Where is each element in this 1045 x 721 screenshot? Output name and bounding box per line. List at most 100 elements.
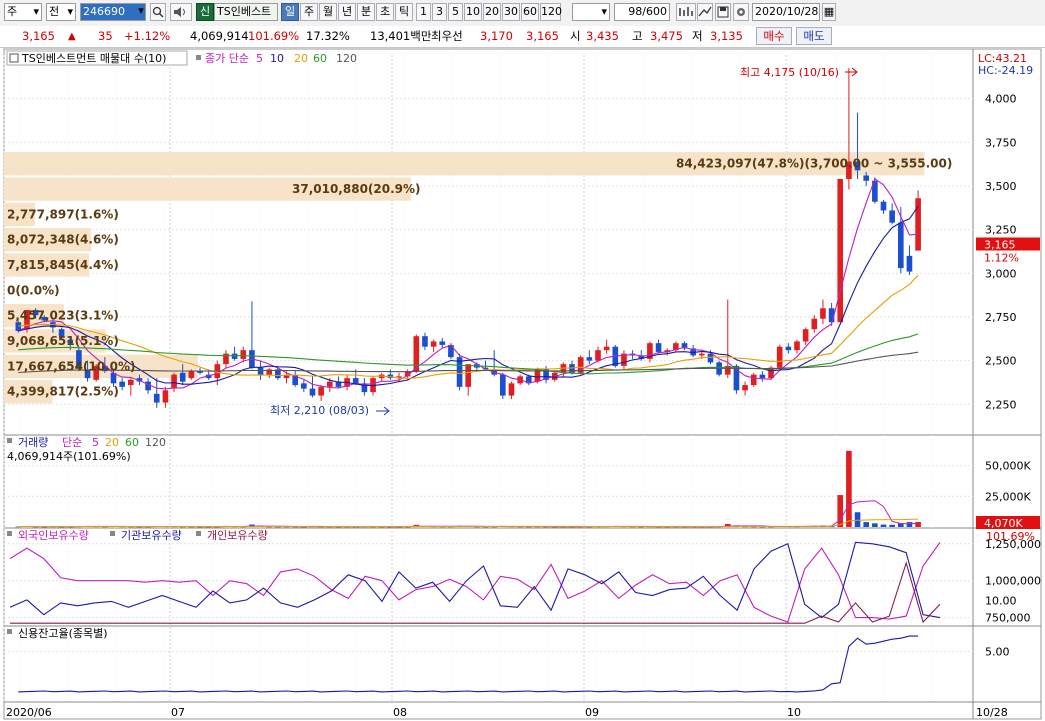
calendar-icon[interactable]: ▦	[822, 3, 836, 21]
high-label: 고	[632, 29, 643, 43]
volume-profile-label: 17,667,654(10.0%)	[7, 359, 136, 373]
chevron-down-icon[interactable]: ▾	[134, 3, 148, 21]
price-y-tick: 4,000	[985, 93, 1017, 106]
volume-current: 4,069,914주(101.69%)	[7, 450, 131, 463]
volume-profile-label: 37,010,880(20.9%)	[292, 182, 421, 196]
candle-body	[880, 201, 887, 211]
low-price: 3,135	[710, 29, 743, 43]
period-button-0[interactable]: 일	[281, 3, 299, 21]
last-volume-value: 4,070K	[984, 517, 1023, 530]
candle-body	[422, 336, 428, 347]
price-y-tick: 3,500	[985, 180, 1017, 193]
hc-label: HC:-24.19	[978, 64, 1033, 77]
candle-body	[162, 390, 169, 403]
volume-bar	[915, 521, 921, 527]
x-tick-label: 07	[171, 706, 185, 719]
chevron-down-icon: ▾	[601, 5, 607, 18]
institution-holdings-line	[9, 541, 941, 619]
period-button-3[interactable]: 년	[338, 3, 356, 21]
stock-name: TS인베스트	[214, 3, 278, 21]
up-arrow-icon: ▲	[68, 31, 76, 42]
market-select[interactable]: 주 ▾	[4, 3, 42, 21]
candle-body	[231, 353, 238, 359]
ma-legend-120: 120	[336, 52, 357, 65]
volume-profile-label: 84,423,097(47.8%)(3,700.00 ~ 3,555.00)	[676, 157, 952, 171]
count-button-5[interactable]: 5	[448, 3, 463, 21]
volume-bar	[872, 523, 878, 527]
count-button-3[interactable]: 3	[432, 3, 447, 21]
period-button-4[interactable]: 분	[357, 3, 375, 21]
candle-body	[750, 374, 757, 386]
candle-body	[742, 385, 748, 391]
count-button-1[interactable]: 1	[416, 3, 431, 21]
candle-body	[171, 374, 177, 389]
view-range[interactable]: 98/600	[614, 3, 670, 21]
foreign-holdings-line	[9, 541, 941, 623]
best-quote-label: 최우선	[431, 29, 463, 43]
price-y-tick: 3,000	[985, 267, 1017, 280]
price-title: TS인베스트먼트 매물대 수(10)	[21, 52, 166, 65]
ask-price: 3,170	[480, 29, 513, 43]
x-tick-label: 09	[585, 706, 599, 719]
candle-body	[897, 222, 904, 269]
candle-body	[759, 374, 766, 379]
period-button-5[interactable]: 초	[376, 3, 394, 21]
volume-bar	[889, 524, 895, 527]
last-price-value: 3,165	[984, 239, 1016, 252]
volume-profile-label: 8,072,348(4.6%)	[7, 233, 119, 247]
period-button-2[interactable]: 월	[319, 3, 337, 21]
count-button-120[interactable]: 120	[540, 3, 562, 21]
volume-ratio: 101.69%	[248, 29, 300, 43]
high-price: 3,475	[650, 29, 683, 43]
count-select[interactable]: ▾	[572, 3, 610, 21]
period-button-1[interactable]: 주	[300, 3, 318, 21]
credit-y-tick: 5.00	[985, 645, 1010, 658]
candle-body	[707, 353, 714, 363]
legend-marker-icon	[110, 531, 115, 536]
ma-legend-5: 5	[256, 52, 263, 65]
credit-y-tick: 10.00	[985, 595, 1017, 608]
search-icon[interactable]	[150, 3, 166, 21]
ma-legend-title: 종가 단순	[205, 52, 249, 65]
count-button-30[interactable]: 30	[502, 3, 520, 21]
holdings-y-tick: 1,250,000	[985, 538, 1041, 551]
high-arrow-icon	[845, 67, 858, 77]
x-tick-label: 08	[393, 706, 407, 719]
count-button-10[interactable]: 10	[464, 3, 482, 21]
volume-bar	[906, 522, 913, 527]
adjust-label: 전	[49, 5, 60, 18]
stock-chart[interactable]: 2020/06 07 08 09 10 10/28 2,250 2,500 2,750 3,000…	[0, 47, 1045, 721]
volume-bar	[863, 522, 870, 527]
price-y-tick: 2,250	[985, 398, 1017, 411]
x-tick-label: 10	[787, 706, 801, 719]
speaker-icon[interactable]	[170, 3, 192, 21]
candle-body	[863, 175, 870, 181]
date-field[interactable]: 2020/10/28	[752, 3, 820, 21]
volume-y-tick: 25,000K	[985, 490, 1031, 503]
high-annotation: 최고 4,175 (10/16)	[740, 66, 839, 79]
candle-body	[794, 341, 800, 351]
x-tick-label: 2020/06	[6, 706, 52, 719]
gear-icon[interactable]	[733, 3, 749, 21]
holdings-legend-1: 기관보유수량	[121, 529, 182, 542]
volume-ma-20	[18, 518, 919, 528]
draw-line-icon[interactable]	[697, 3, 713, 21]
buy-button[interactable]: 매수	[756, 27, 792, 45]
save-icon[interactable]	[715, 3, 731, 21]
candle-body	[802, 329, 809, 342]
candle-body	[352, 378, 359, 384]
adjust-select[interactable]: 전 ▾	[46, 3, 76, 21]
date-value: 2020/10/28	[755, 5, 819, 18]
period-button-6[interactable]: 틱	[395, 3, 413, 21]
count-button-60[interactable]: 60	[521, 3, 539, 21]
candle-body	[439, 341, 446, 345]
volume-ma-legend-5: 5	[92, 436, 99, 449]
volume-bar	[837, 495, 844, 527]
candle-body	[586, 357, 593, 361]
sell-button[interactable]: 매도	[796, 27, 832, 45]
low-annotation: 최저 2,210 (08/03)	[270, 404, 369, 417]
legend-marker-icon	[7, 438, 12, 443]
count-button-20[interactable]: 20	[483, 3, 501, 21]
candle-body	[603, 346, 610, 351]
crosshair-icon[interactable]	[676, 3, 696, 21]
